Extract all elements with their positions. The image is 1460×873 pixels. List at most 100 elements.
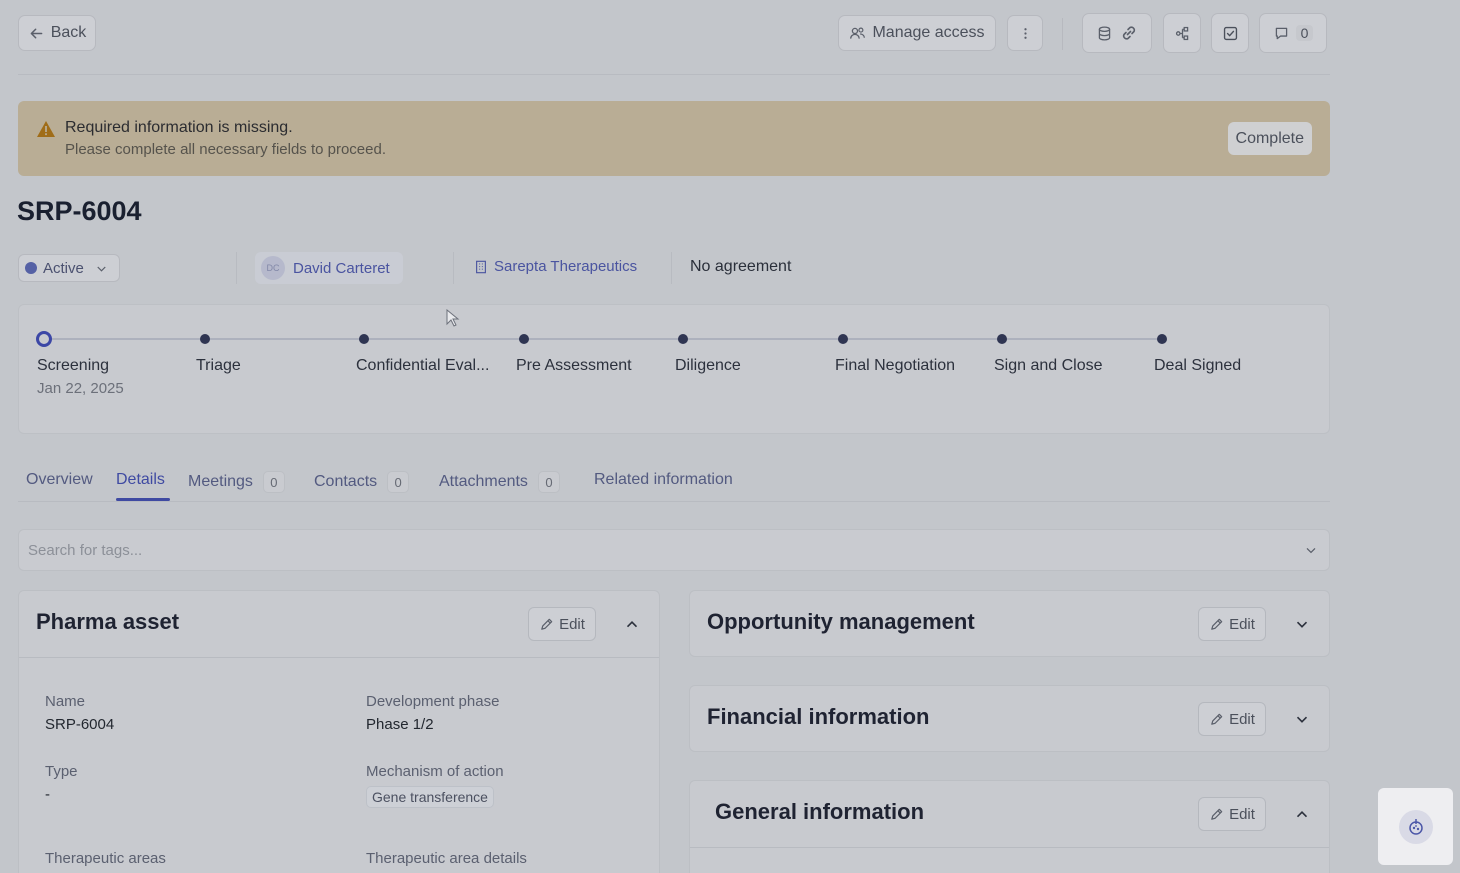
pencil-icon: [1211, 713, 1223, 725]
tab-count-badge: 0: [387, 471, 410, 493]
tab-label: Details: [116, 471, 165, 488]
field-label: Development phase: [366, 693, 500, 710]
field-type: Type -: [45, 763, 78, 803]
status-indicator-icon: [25, 262, 37, 274]
card-title: Pharma asset: [36, 609, 180, 634]
banner-title: Required information is missing.: [65, 119, 293, 136]
tab-count-badge: 0: [262, 471, 285, 493]
stage-label-confidential-eval[interactable]: Confidential Eval...: [356, 357, 489, 375]
tab-bar: Overview Details Meetings 0 Contacts 0 Att…: [18, 466, 1330, 502]
comment-icon: [1275, 27, 1287, 39]
banner-message: Please complete all necessary fields to …: [65, 141, 387, 158]
stage-label-diligence[interactable]: Diligence: [675, 357, 741, 375]
stage-label-triage[interactable]: Triage: [196, 357, 241, 375]
edit-label: Edit: [1229, 805, 1255, 823]
stage-marker[interactable]: [1157, 334, 1167, 344]
comment-count-badge: 0: [1295, 25, 1314, 41]
stage-label-deal-signed[interactable]: Deal Signed: [1154, 357, 1241, 375]
edit-button[interactable]: Edit: [1198, 797, 1266, 831]
edit-button[interactable]: Edit: [1198, 607, 1266, 641]
field-therapeutic-area-details: Therapeutic area details: [366, 850, 527, 873]
stage-marker[interactable]: [359, 334, 369, 344]
chevron-down-icon: [97, 266, 106, 272]
agreement-status: No agreement: [690, 258, 792, 275]
arrow-left-icon: [30, 27, 43, 39]
financial-information-card: Financial information Edit: [689, 685, 1330, 752]
checkbox-icon: [1223, 26, 1237, 40]
card-divider: [690, 847, 1329, 848]
page-title: SRP-6004: [17, 196, 142, 226]
header-divider: [18, 74, 1330, 75]
tab-attachments[interactable]: Attachments 0: [439, 471, 560, 493]
general-information-card: General information Edit: [689, 780, 1330, 873]
stage-marker[interactable]: [678, 334, 688, 344]
chevron-down-icon[interactable]: [1303, 542, 1319, 558]
stage-stepper: Screening Triage Confidential Eval... Pr…: [18, 304, 1330, 434]
tab-label: Contacts: [314, 473, 378, 490]
stage-date: Jan 22, 2025: [37, 380, 124, 397]
comments-button[interactable]: 0: [1259, 13, 1327, 53]
field-label: Name: [45, 693, 86, 710]
back-button[interactable]: Back: [18, 15, 96, 51]
chevron-up-icon[interactable]: [1293, 805, 1311, 823]
stage-marker[interactable]: [200, 334, 210, 344]
tag-search[interactable]: [18, 529, 1330, 571]
tab-contacts[interactable]: Contacts 0: [314, 471, 410, 493]
complete-button[interactable]: Complete: [1227, 122, 1312, 155]
stage-label-screening[interactable]: Screening: [37, 357, 109, 375]
stage-label-final-negotiation[interactable]: Final Negotiation: [835, 357, 955, 375]
chevron-down-icon[interactable]: [1293, 615, 1311, 633]
assistant-launcher-button[interactable]: [1378, 788, 1453, 865]
tab-overview[interactable]: Overview: [26, 471, 93, 489]
stage-label-sign-and-close[interactable]: Sign and Close: [994, 357, 1103, 375]
field-development-phase: Development phase Phase 1/2: [366, 693, 499, 733]
tab-related-information[interactable]: Related information: [594, 471, 733, 489]
assistant-icon: [1398, 809, 1433, 844]
tab-count-badge: 0: [537, 471, 560, 493]
opportunity-management-card: Opportunity management Edit: [689, 590, 1330, 657]
status-dropdown[interactable]: Active: [18, 254, 120, 282]
field-label: Therapeutic areas: [45, 850, 166, 867]
tasks-button[interactable]: [1211, 13, 1249, 53]
tab-meetings[interactable]: Meetings 0: [188, 471, 285, 493]
field-label: Therapeutic area details: [366, 850, 527, 867]
workflow-icon: [1175, 26, 1188, 40]
field-value: SRP-6004: [45, 716, 115, 733]
chevron-up-icon[interactable]: [623, 615, 641, 633]
stage-marker[interactable]: [519, 334, 529, 344]
pencil-icon: [1211, 808, 1223, 820]
tab-label: Meetings: [188, 473, 253, 490]
back-label: Back: [50, 24, 87, 41]
avatar: DC: [261, 256, 285, 280]
edit-button[interactable]: Edit: [528, 607, 596, 641]
meta-divider: [453, 252, 454, 284]
tab-details[interactable]: Details: [116, 471, 165, 489]
tag-search-input[interactable]: [28, 538, 1288, 562]
stage-current-marker[interactable]: [36, 331, 52, 347]
stage-label-pre-assessment[interactable]: Pre Assessment: [516, 357, 632, 375]
stage-marker[interactable]: [838, 334, 848, 344]
link-icon: [1122, 26, 1135, 40]
stage-marker[interactable]: [997, 334, 1007, 344]
building-icon: [476, 260, 486, 273]
tab-label: Related information: [594, 471, 733, 488]
manage-access-button[interactable]: Manage access: [838, 15, 996, 51]
toolbar-divider: [1062, 18, 1063, 50]
owner-chip[interactable]: DC David Carteret: [255, 252, 403, 284]
card-title: Opportunity management: [707, 609, 975, 634]
field-therapeutic-areas: Therapeutic areas: [45, 850, 166, 873]
tab-label: Overview: [26, 471, 93, 488]
field-name: Name SRP-6004: [45, 693, 114, 733]
workflow-button[interactable]: [1163, 13, 1201, 53]
app-window: Back Manage access 0 Required informatio…: [0, 0, 1460, 873]
edit-label: Edit: [1229, 615, 1255, 633]
field-label: Type: [45, 763, 78, 780]
more-options-button[interactable]: [1007, 15, 1043, 51]
status-label: Active: [43, 259, 84, 277]
data-link-button[interactable]: [1082, 13, 1152, 53]
edit-button[interactable]: Edit: [1198, 702, 1266, 736]
meta-divider: [671, 252, 672, 284]
company-link[interactable]: Sarepta Therapeutics: [474, 258, 637, 275]
manage-access-label: Manage access: [872, 24, 985, 41]
chevron-down-icon[interactable]: [1293, 710, 1311, 728]
